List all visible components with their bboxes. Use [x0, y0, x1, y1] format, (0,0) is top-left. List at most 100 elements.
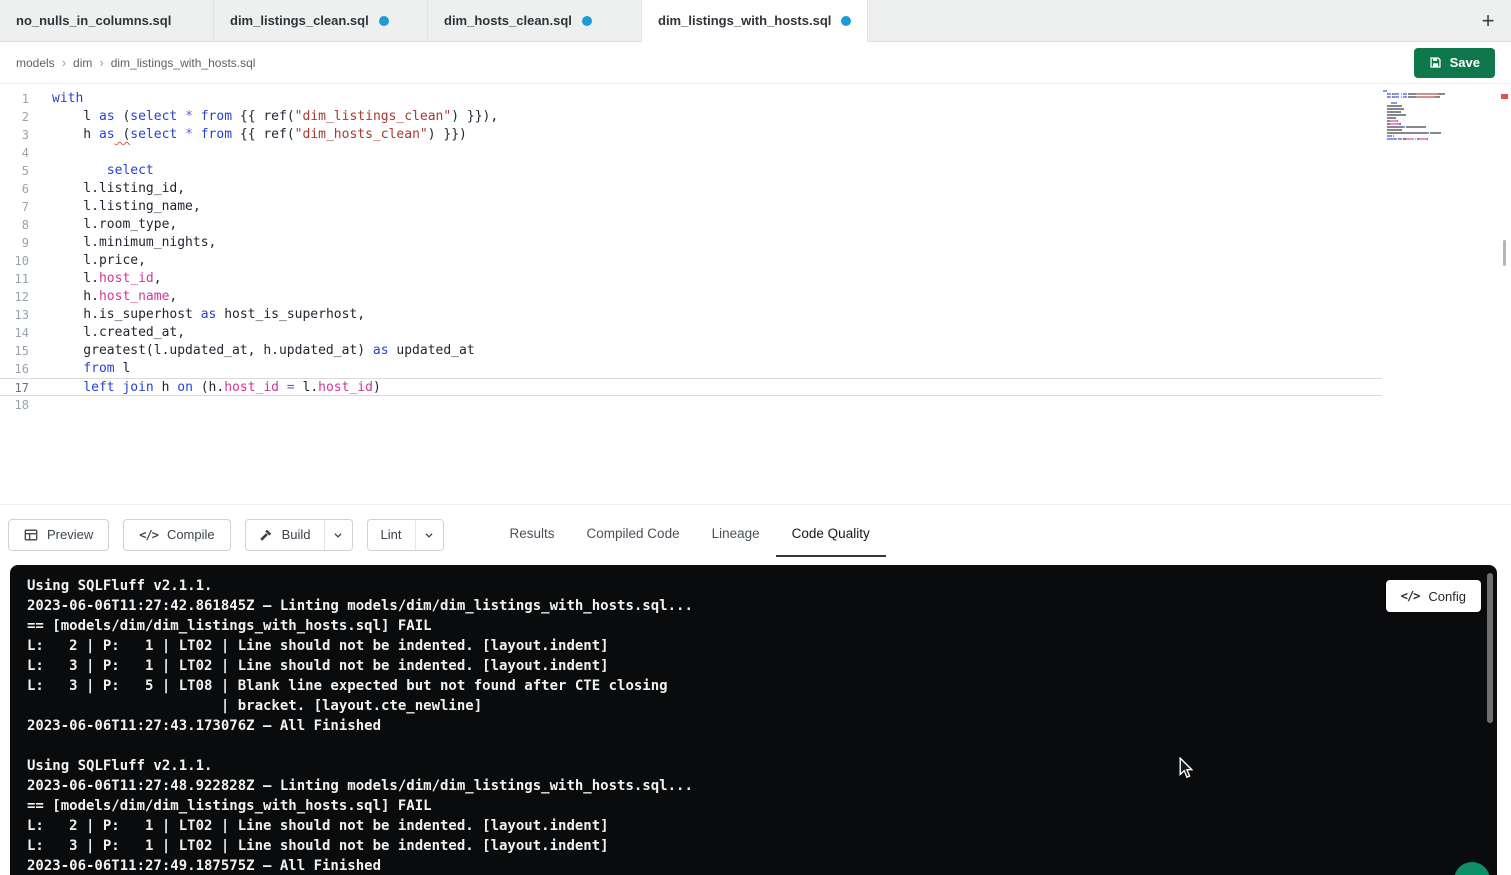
- line-number: 9: [0, 234, 29, 252]
- editor-minimap[interactable]: [1383, 89, 1463, 143]
- panel-tab-compiled-code[interactable]: Compiled Code: [571, 512, 696, 557]
- terminal-line: 2023-06-06T11:27:48.922828Z — Linting mo…: [27, 776, 1480, 796]
- terminal-scrollbar-thumb[interactable]: [1487, 573, 1493, 723]
- code-line[interactable]: 7 l.listing_name,: [0, 198, 1382, 216]
- save-button[interactable]: Save: [1414, 48, 1495, 78]
- line-number: 10: [0, 252, 29, 270]
- terminal-line: [27, 736, 1480, 756]
- tab-label: dim_listings_clean.sql: [230, 13, 369, 28]
- compile-button[interactable]: </> Compile: [123, 519, 230, 551]
- code-line[interactable]: 18: [0, 396, 1382, 414]
- editor-scrollbar-thumb[interactable]: [1503, 240, 1506, 266]
- lint-error-marker: [1501, 94, 1508, 99]
- line-number: 15: [0, 342, 29, 360]
- code-editor[interactable]: 1with2 l as (select * from {{ ref("dim_l…: [0, 84, 1511, 504]
- panel-tab-code-quality[interactable]: Code Quality: [776, 512, 886, 557]
- breadcrumb-separator: ›: [62, 55, 66, 70]
- code-text: l.room_type,: [29, 216, 177, 234]
- code-line[interactable]: 12 h.host_name,: [0, 288, 1382, 306]
- code-text: [29, 396, 52, 414]
- breadcrumb-separator: ›: [99, 55, 103, 70]
- save-label: Save: [1450, 55, 1480, 70]
- line-number: 4: [0, 144, 29, 162]
- line-number: 17: [0, 379, 29, 395]
- build-split-button: Build: [245, 519, 353, 551]
- tab-label: dim_hosts_clean.sql: [444, 13, 572, 28]
- breadcrumb-bar: models›dim›dim_listings_with_hosts.sql S…: [0, 42, 1511, 84]
- code-line[interactable]: 13 h.is_superhost as host_is_superhost,: [0, 306, 1382, 324]
- terminal-line: Using SQLFluff v2.1.1.: [27, 756, 1480, 776]
- code-line[interactable]: 3 h as (select * from {{ ref("dim_hosts_…: [0, 126, 1382, 144]
- editor-tab[interactable]: dim_hosts_clean.sql: [428, 0, 642, 41]
- editor-tab[interactable]: no_nulls_in_columns.sql: [0, 0, 214, 41]
- terminal-line: | bracket. [layout.cte_newline]: [27, 696, 1480, 716]
- code-line[interactable]: 15 greatest(l.updated_at, h.updated_at) …: [0, 342, 1382, 360]
- terminal-line: L: 3 | P: 1 | LT02 | Line should not be …: [27, 656, 1480, 676]
- terminal-line: Using SQLFluff v2.1.1.: [27, 576, 1480, 596]
- code-line[interactable]: 10 l.price,: [0, 252, 1382, 270]
- code-line[interactable]: 14 l.created_at,: [0, 324, 1382, 342]
- code-icon: </>: [1401, 589, 1420, 603]
- code-text: left join h on (h.host_id = l.host_id): [29, 379, 381, 395]
- line-number: 6: [0, 180, 29, 198]
- code-text: l.listing_name,: [29, 198, 201, 216]
- code-line[interactable]: 17 left join h on (h.host_id = l.host_id…: [0, 378, 1382, 396]
- code-text: l.created_at,: [29, 324, 185, 342]
- hammer-icon: [259, 528, 273, 542]
- tab-list: no_nulls_in_columns.sql dim_listings_clea…: [0, 0, 868, 41]
- compile-label: Compile: [167, 527, 215, 542]
- unsaved-dot-icon: [379, 16, 389, 26]
- editor-tab[interactable]: dim_listings_with_hosts.sql: [642, 0, 868, 42]
- code-text: l as (select * from {{ ref("dim_listings…: [29, 108, 498, 126]
- build-dropdown-chevron-icon[interactable]: [324, 520, 352, 550]
- line-number: 16: [0, 360, 29, 378]
- new-tab-button[interactable]: +: [1465, 0, 1511, 41]
- terminal-line: 2023-06-06T11:27:49.187575Z — All Finish…: [27, 856, 1480, 875]
- lint-label: Lint: [381, 527, 402, 542]
- code-line[interactable]: 2 l as (select * from {{ ref("dim_listin…: [0, 108, 1382, 126]
- breadcrumb-item: dim: [73, 56, 92, 70]
- terminal-line: L: 3 | P: 1 | LT02 | Line should not be …: [27, 836, 1480, 856]
- terminal-line: L: 3 | P: 5 | LT08 | Blank line expected…: [27, 676, 1480, 696]
- code-text: l.minimum_nights,: [29, 234, 216, 252]
- unsaved-dot-icon: [841, 16, 851, 26]
- code-line[interactable]: 8 l.room_type,: [0, 216, 1382, 234]
- lint-button[interactable]: Lint: [368, 520, 415, 550]
- code-line[interactable]: 11 l.host_id,: [0, 270, 1382, 288]
- code-text: from l: [29, 360, 130, 378]
- line-number: 14: [0, 324, 29, 342]
- editor-tab[interactable]: dim_listings_clean.sql: [214, 0, 428, 41]
- line-number: 3: [0, 126, 29, 144]
- editor-overview-ruler[interactable]: [1499, 84, 1511, 504]
- line-number: 13: [0, 306, 29, 324]
- terminal-line: L: 2 | P: 1 | LT02 | Line should not be …: [27, 816, 1480, 836]
- code-icon: </>: [139, 528, 158, 542]
- build-button[interactable]: Build: [246, 520, 324, 550]
- code-line[interactable]: 9 l.minimum_nights,: [0, 234, 1382, 252]
- code-line[interactable]: 6 l.listing_id,: [0, 180, 1382, 198]
- table-icon: [24, 528, 38, 542]
- preview-button[interactable]: Preview: [8, 519, 109, 551]
- code-line[interactable]: 1with: [0, 90, 1382, 108]
- panel-tab-results[interactable]: Results: [494, 512, 571, 557]
- line-number: 12: [0, 288, 29, 306]
- line-number: 2: [0, 108, 29, 126]
- code-line[interactable]: 16 from l: [0, 360, 1382, 378]
- tab-label: dim_listings_with_hosts.sql: [658, 13, 831, 28]
- code-text: h.is_superhost as host_is_superhost,: [29, 306, 365, 324]
- action-toolbar: Preview </> Compile Build Lin: [0, 504, 1511, 564]
- ide-window: no_nulls_in_columns.sql dim_listings_clea…: [0, 0, 1511, 875]
- terminal-line: 2023-06-06T11:27:42.861845Z — Linting mo…: [27, 596, 1480, 616]
- lint-dropdown-chevron-icon[interactable]: [415, 520, 443, 550]
- minimap-line: [1383, 140, 1463, 143]
- code-text: h as (select * from {{ ref("dim_hosts_cl…: [29, 126, 467, 144]
- code-text: select: [29, 162, 154, 180]
- code-text: l.price,: [29, 252, 146, 270]
- panel-tab-lineage[interactable]: Lineage: [696, 512, 776, 557]
- breadcrumb-item: models: [16, 56, 55, 70]
- code-line[interactable]: 5 select: [0, 162, 1382, 180]
- line-number: 11: [0, 270, 29, 288]
- build-label: Build: [282, 527, 311, 542]
- code-line[interactable]: 4: [0, 144, 1382, 162]
- config-button[interactable]: </> Config: [1386, 580, 1481, 612]
